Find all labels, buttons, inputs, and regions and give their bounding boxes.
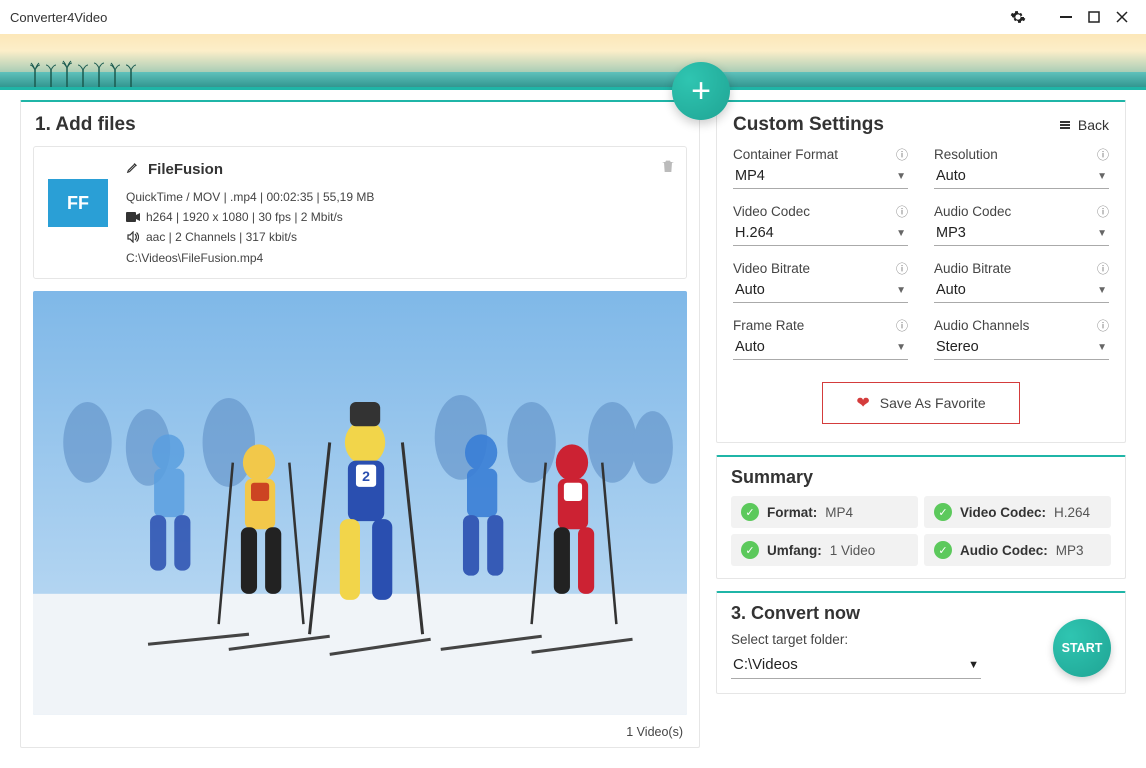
field-audio-channels: Audio Channelsⓘ Stereo▼ <box>934 317 1109 360</box>
svg-text:2: 2 <box>362 468 370 484</box>
field-frame-rate: Frame Rateⓘ Auto▼ <box>733 317 908 360</box>
convert-panel: 3. Convert now Select target folder: C:\… <box>716 591 1126 694</box>
select-audio-bitrate[interactable]: Auto▼ <box>934 279 1109 303</box>
check-icon: ✓ <box>741 503 759 521</box>
gear-icon[interactable] <box>1004 3 1032 31</box>
edit-icon[interactable] <box>126 157 140 183</box>
maximize-icon[interactable] <box>1080 3 1108 31</box>
add-files-panel: 1. Add files FF FileFusion QuickTime / M… <box>20 100 700 748</box>
check-icon: ✓ <box>934 541 952 559</box>
save-favorite-button[interactable]: ❤ Save As Favorite <box>822 382 1020 424</box>
app-title: Converter4Video <box>10 10 1004 25</box>
summary-video-codec: ✓Video Codec:H.264 <box>924 496 1111 528</box>
chevron-down-icon: ▼ <box>896 285 906 296</box>
video-preview: 2 <box>33 291 687 715</box>
chevron-down-icon: ▼ <box>1097 285 1107 296</box>
titlebar: Converter4Video <box>0 0 1146 34</box>
summary-audio-codec: ✓Audio Codec:MP3 <box>924 534 1111 566</box>
select-video-codec[interactable]: H.264▼ <box>733 222 908 246</box>
field-audio-codec: Audio Codecⓘ MP3▼ <box>934 203 1109 246</box>
file-info: FileFusion QuickTime / MOV | .mp4 | 00:0… <box>126 157 672 268</box>
select-audio-codec[interactable]: MP3▼ <box>934 222 1109 246</box>
select-frame-rate[interactable]: Auto▼ <box>733 336 908 360</box>
select-video-bitrate[interactable]: Auto▼ <box>733 279 908 303</box>
info-icon[interactable]: ⓘ <box>1097 260 1109 277</box>
file-thumbnail: FF <box>48 179 108 227</box>
file-name: FileFusion <box>148 157 223 183</box>
add-file-fab[interactable]: + <box>672 62 730 120</box>
video-count: 1 Video(s) <box>21 721 699 747</box>
summary-format: ✓Format:MP4 <box>731 496 918 528</box>
field-resolution: Resolutionⓘ Auto▼ <box>934 146 1109 189</box>
select-container-format[interactable]: MP4▼ <box>733 165 908 189</box>
chevron-down-icon: ▼ <box>896 171 906 182</box>
target-folder-value: C:\Videos <box>733 656 798 673</box>
video-icon <box>126 212 140 222</box>
chevron-down-icon: ▼ <box>1097 228 1107 239</box>
heart-icon: ❤ <box>856 393 869 413</box>
info-icon[interactable]: ⓘ <box>1097 146 1109 163</box>
convert-title: 3. Convert now <box>731 603 1111 624</box>
info-icon[interactable]: ⓘ <box>896 317 908 334</box>
field-video-codec: Video Codecⓘ H.264▼ <box>733 203 908 246</box>
info-icon[interactable]: ⓘ <box>1097 203 1109 220</box>
banner <box>0 34 1146 90</box>
back-button[interactable]: Back <box>1058 117 1109 133</box>
info-icon[interactable]: ⓘ <box>896 260 908 277</box>
field-container-format: Container Formatⓘ MP4▼ <box>733 146 908 189</box>
file-meta-line3: aac | 2 Channels | 317 kbit/s <box>146 227 297 247</box>
minimize-icon[interactable] <box>1052 3 1080 31</box>
file-path: C:\Videos\FileFusion.mp4 <box>126 248 672 268</box>
field-video-bitrate: Video Bitrateⓘ Auto▼ <box>733 260 908 303</box>
file-meta-line2: h264 | 1920 x 1080 | 30 fps | 2 Mbit/s <box>146 207 343 227</box>
info-icon[interactable]: ⓘ <box>1097 317 1109 334</box>
chevron-down-icon: ▼ <box>896 228 906 239</box>
check-icon: ✓ <box>934 503 952 521</box>
summary-title: Summary <box>731 467 1111 488</box>
chevron-down-icon: ▼ <box>1097 342 1107 353</box>
file-meta-line1: QuickTime / MOV | .mp4 | 00:02:35 | 55,1… <box>126 187 672 207</box>
target-folder-select[interactable]: C:\Videos ▼ <box>731 653 981 679</box>
settings-title: Custom Settings <box>733 114 884 136</box>
summary-panel: Summary ✓Format:MP4 ✓Video Codec:H.264 ✓… <box>716 455 1126 579</box>
info-icon[interactable]: ⓘ <box>896 203 908 220</box>
back-label: Back <box>1078 117 1109 133</box>
field-audio-bitrate: Audio Bitrateⓘ Auto▼ <box>934 260 1109 303</box>
delete-icon[interactable] <box>660 157 676 180</box>
summary-umfang: ✓Umfang:1 Video <box>731 534 918 566</box>
custom-settings-panel: Custom Settings Back Container Formatⓘ M… <box>716 100 1126 443</box>
add-files-title: 1. Add files <box>21 102 699 146</box>
check-icon: ✓ <box>741 541 759 559</box>
close-icon[interactable] <box>1108 3 1136 31</box>
chevron-down-icon: ▼ <box>1097 171 1107 182</box>
save-favorite-label: Save As Favorite <box>880 395 986 411</box>
chevron-down-icon: ▼ <box>896 342 906 353</box>
audio-icon <box>126 232 140 242</box>
start-button[interactable]: START <box>1053 619 1111 677</box>
chevron-down-icon: ▼ <box>968 659 979 671</box>
select-resolution[interactable]: Auto▼ <box>934 165 1109 189</box>
select-audio-channels[interactable]: Stereo▼ <box>934 336 1109 360</box>
info-icon[interactable]: ⓘ <box>896 146 908 163</box>
file-card[interactable]: FF FileFusion QuickTime / MOV | .mp4 | 0… <box>33 146 687 279</box>
